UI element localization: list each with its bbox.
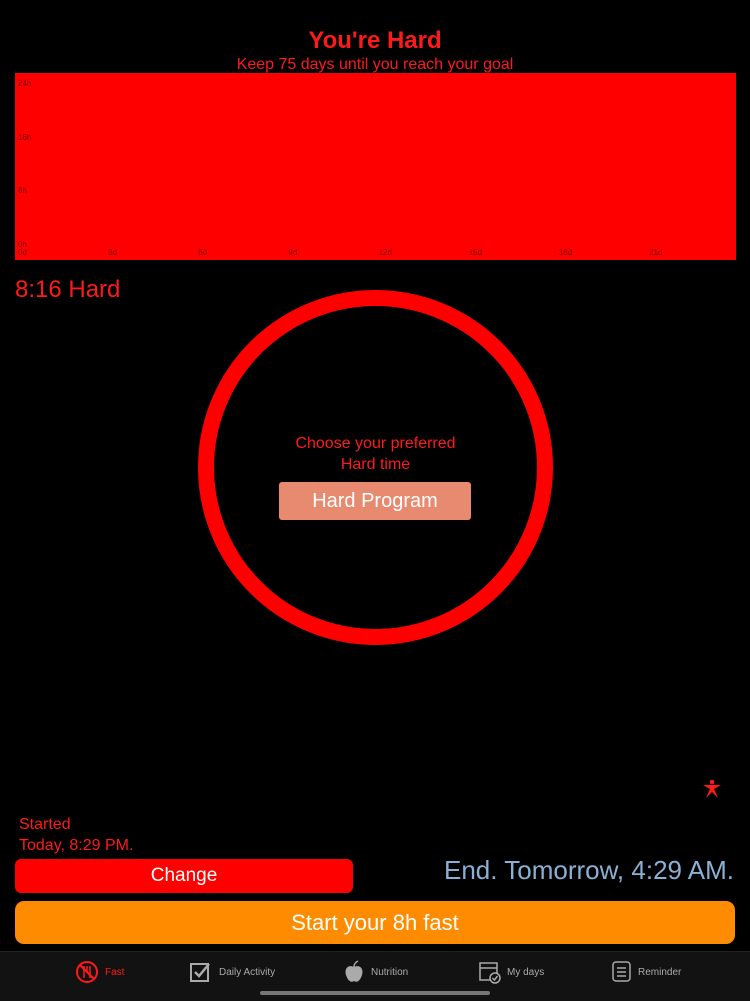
x-tick-label: 18d bbox=[558, 248, 573, 257]
header: You're Hard Keep 75 days until you reach… bbox=[0, 26, 750, 74]
calendar-check-icon bbox=[479, 962, 501, 984]
change-button[interactable]: Change bbox=[15, 859, 353, 893]
tab-daily-activity[interactable]: Daily Activity bbox=[189, 960, 275, 984]
y-tick-label: 24h bbox=[18, 79, 32, 88]
x-tick-label: 3d bbox=[108, 248, 118, 257]
star-person-icon-svg bbox=[703, 779, 721, 798]
prompt-line-2: Hard time bbox=[340, 456, 411, 473]
x-tick-label: 9d bbox=[288, 248, 298, 257]
apple-icon bbox=[345, 960, 363, 982]
started-label: Started bbox=[19, 816, 71, 833]
tab-my-days-label: My days bbox=[507, 966, 545, 978]
x-tick-label: 6d bbox=[198, 248, 208, 257]
x-tick-label: 21d bbox=[649, 248, 663, 257]
choose-time-prompt: Choose your preferred Hard time bbox=[198, 433, 553, 475]
home-indicator bbox=[260, 991, 490, 995]
y-tick-label: 8h bbox=[18, 186, 27, 196]
x-tick-label: 15d bbox=[468, 248, 483, 257]
started-info: Started Today, 8:29 PM. bbox=[19, 814, 133, 856]
start-fast-button[interactable]: Start your 8h fast bbox=[15, 901, 735, 944]
checkbox-icon bbox=[190, 963, 210, 982]
list-icon bbox=[612, 961, 631, 982]
fasting-ratio-label: 8:16 Hard bbox=[15, 276, 121, 303]
tab-bar: Fast Daily Activity Nutrition My days Re… bbox=[0, 951, 750, 1001]
star-person-icon[interactable] bbox=[702, 779, 722, 799]
end-time: End. Tomorrow, 4:29 AM. bbox=[444, 855, 734, 885]
hard-program-button[interactable]: Hard Program bbox=[279, 482, 471, 520]
no-food-icon bbox=[76, 961, 98, 983]
tab-nutrition[interactable]: Nutrition bbox=[343, 960, 408, 984]
y-tick-label: 16h bbox=[18, 132, 32, 142]
tab-reminder-label: Reminder bbox=[638, 966, 682, 978]
tab-fast-label: Fast bbox=[105, 966, 125, 978]
prompt-line-1: Choose your preferred bbox=[295, 435, 456, 452]
fasting-chart: 24h 16h 8h 0h 0d 3d 6d 9d 12d 15d 18d 21d bbox=[15, 73, 736, 260]
x-tick-label: 0d bbox=[18, 248, 27, 257]
tab-my-days[interactable]: My days bbox=[479, 960, 544, 984]
x-tick-label: 12d bbox=[378, 248, 392, 257]
page-subtitle: Keep 75 days until you reach your goal bbox=[236, 56, 514, 73]
tab-daily-activity-label: Daily Activity bbox=[219, 966, 276, 978]
started-time: Today, 8:29 PM. bbox=[19, 837, 134, 854]
tab-reminder[interactable]: Reminder bbox=[612, 960, 681, 984]
tab-fast[interactable]: Fast bbox=[75, 960, 124, 984]
page-title: You're Hard bbox=[308, 27, 442, 54]
tab-nutrition-label: Nutrition bbox=[371, 966, 409, 978]
